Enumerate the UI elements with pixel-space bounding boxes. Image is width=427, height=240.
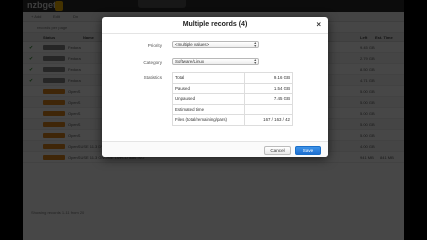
table-row: Paused 1.54 GB bbox=[172, 82, 293, 94]
stat-label: Total bbox=[172, 72, 245, 84]
stat-label: Estimated time bbox=[172, 103, 245, 115]
stat-value: 7.45 GB bbox=[244, 93, 293, 105]
priority-label: Priority bbox=[147, 43, 162, 48]
select-arrows-icon: ▲ ▼ bbox=[253, 41, 257, 48]
close-icon[interactable]: × bbox=[316, 20, 321, 29]
dialog-title: Multiple records (4) bbox=[182, 21, 248, 28]
stat-value: 9.16 GB bbox=[244, 72, 293, 84]
table-row: Files (total/remaining/pars) 167 / 163 /… bbox=[172, 114, 293, 126]
stat-value bbox=[244, 103, 293, 115]
stat-value: 1.54 GB bbox=[244, 82, 293, 94]
multiple-records-dialog: Multiple records (4) × Priority <multipl… bbox=[102, 17, 328, 157]
priority-select[interactable]: <multiple values> ▲ ▼ bbox=[172, 41, 259, 48]
stat-label: Unpaused bbox=[172, 93, 245, 105]
statistics-table: Total 9.16 GB Paused 1.54 GB Unpaused 7.… bbox=[172, 72, 293, 126]
save-button[interactable]: Save bbox=[295, 146, 321, 155]
table-row: Unpaused 7.45 GB bbox=[172, 93, 293, 105]
stat-label: Files (total/remaining/pars) bbox=[172, 114, 245, 126]
dialog-header: Multiple records (4) × bbox=[102, 17, 328, 34]
dialog-footer: Cancel Save bbox=[102, 141, 328, 157]
table-row: Estimated time bbox=[172, 103, 293, 115]
select-arrows-icon: ▲ ▼ bbox=[253, 58, 257, 65]
table-row: Total 9.16 GB bbox=[172, 72, 293, 84]
priority-value: <multiple values> bbox=[175, 42, 210, 47]
stat-value: 167 / 163 / 42 bbox=[244, 114, 293, 126]
category-value: Software/Linux bbox=[175, 59, 205, 64]
category-select[interactable]: Software/Linux ▲ ▼ bbox=[172, 58, 259, 65]
stat-label: Paused bbox=[172, 82, 245, 94]
cancel-button[interactable]: Cancel bbox=[264, 146, 291, 155]
statistics-label: Statistics bbox=[143, 75, 162, 80]
category-label: Category bbox=[143, 60, 162, 65]
